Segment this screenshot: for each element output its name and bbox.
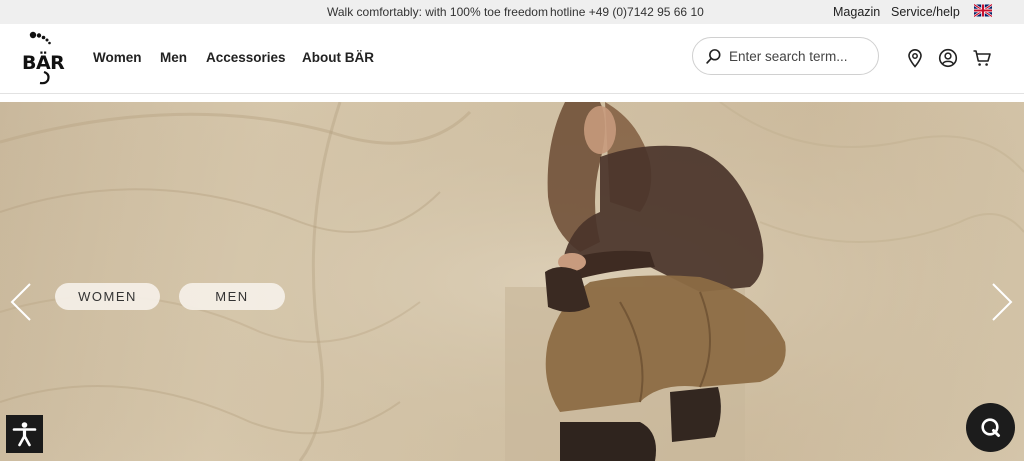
carousel-next-button[interactable] xyxy=(990,282,1014,322)
hotline-text: hotline +49 (0)7142 95 66 10 xyxy=(550,5,704,19)
brand-logo[interactable]: BÄR xyxy=(20,30,72,86)
nav-men[interactable]: Men xyxy=(160,50,187,65)
main-header: BÄR Women Men Accessories About BÄR xyxy=(0,24,1024,94)
account-icon[interactable] xyxy=(938,48,958,68)
hero-image xyxy=(0,102,1024,461)
chevron-right-icon[interactable] xyxy=(990,282,1014,322)
service-help-link[interactable]: Service/help xyxy=(891,5,960,19)
top-announcement-bar: Walk comfortably: with 100% toe freedom … xyxy=(0,0,1024,24)
promo-text: Walk comfortably: with 100% toe freedom xyxy=(327,5,548,19)
accessibility-icon xyxy=(12,422,37,447)
search-box[interactable] xyxy=(692,37,879,75)
nav-about-bar[interactable]: About BÄR xyxy=(302,50,374,65)
cart-icon[interactable] xyxy=(972,48,992,68)
chat-search-icon xyxy=(981,418,1000,437)
uk-flag-icon[interactable] xyxy=(974,4,992,17)
location-pin-icon[interactable] xyxy=(905,48,925,68)
hero-men-button[interactable]: MEN xyxy=(179,283,285,310)
search-icon[interactable] xyxy=(705,48,722,65)
chat-widget-button[interactable] xyxy=(966,403,1015,452)
hero-banner: WOMEN MEN xyxy=(0,102,1024,461)
nav-accessories[interactable]: Accessories xyxy=(206,50,286,65)
hero-women-button[interactable]: WOMEN xyxy=(55,283,160,310)
magazin-link[interactable]: Magazin xyxy=(833,5,880,19)
carousel-prev-button[interactable] xyxy=(9,282,33,322)
accessibility-button[interactable] xyxy=(6,415,43,453)
logo-wordmark: BÄR xyxy=(22,52,65,74)
chevron-left-icon[interactable] xyxy=(9,282,33,322)
nav-women[interactable]: Women xyxy=(93,50,142,65)
search-input[interactable] xyxy=(729,46,869,66)
